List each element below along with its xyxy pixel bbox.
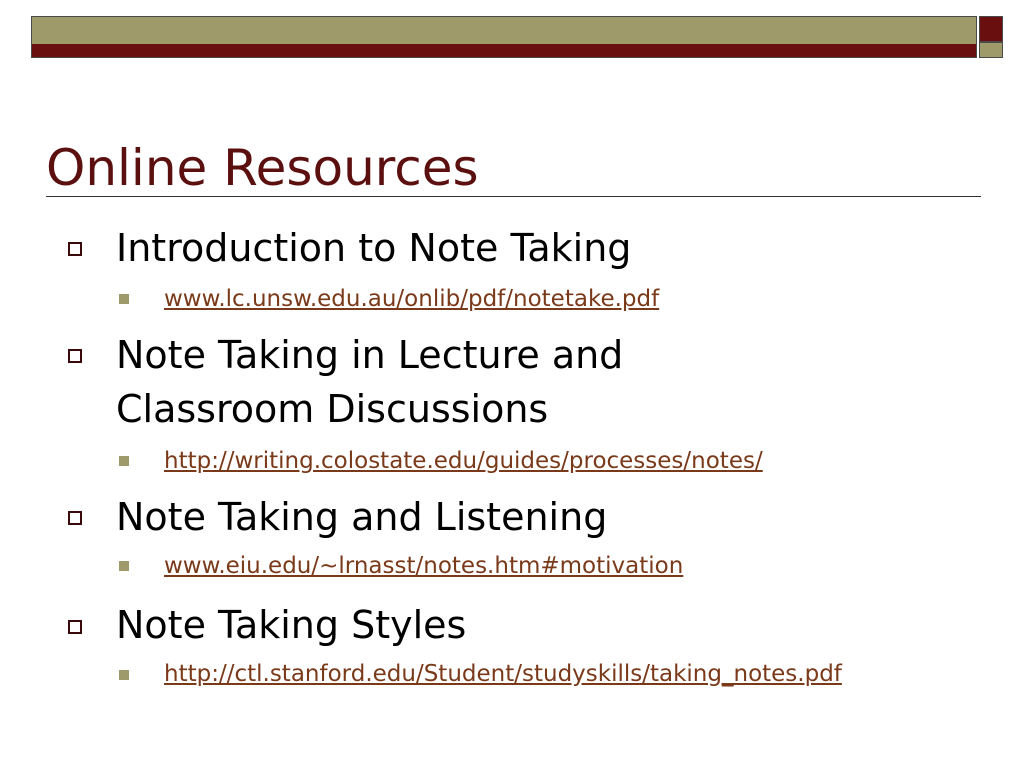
slide: Online Resources Introduction to Note Ta… (0, 0, 1024, 768)
resource-link[interactable]: www.lc.unsw.edu.au/onlib/pdf/notetake.pd… (164, 282, 954, 316)
resource-link[interactable]: http://ctl.stanford.edu/Student/studyski… (164, 657, 944, 691)
hollow-square-bullet-icon (68, 511, 82, 525)
resource-link[interactable]: www.eiu.edu/~lrnasst/notes.htm#motivatio… (164, 549, 954, 583)
bullet-list: Introduction to Note Taking www.lc.unsw.… (0, 0, 1024, 768)
bullet-heading: Note Taking and Listening (116, 495, 608, 539)
resource-link[interactable]: http://writing.colostate.edu/guides/proc… (164, 444, 954, 478)
bullet-heading: Note Taking Styles (116, 603, 467, 647)
hollow-square-bullet-icon (68, 242, 82, 256)
filled-square-bullet-icon (119, 670, 129, 680)
hollow-square-bullet-icon (68, 620, 82, 634)
bullet-heading: Introduction to Note Taking (116, 226, 632, 270)
bullet-heading: Note Taking in Lecture and Classroom Dis… (116, 333, 624, 431)
filled-square-bullet-icon (119, 561, 129, 571)
filled-square-bullet-icon (119, 456, 129, 466)
filled-square-bullet-icon (119, 294, 129, 304)
hollow-square-bullet-icon (68, 349, 82, 363)
